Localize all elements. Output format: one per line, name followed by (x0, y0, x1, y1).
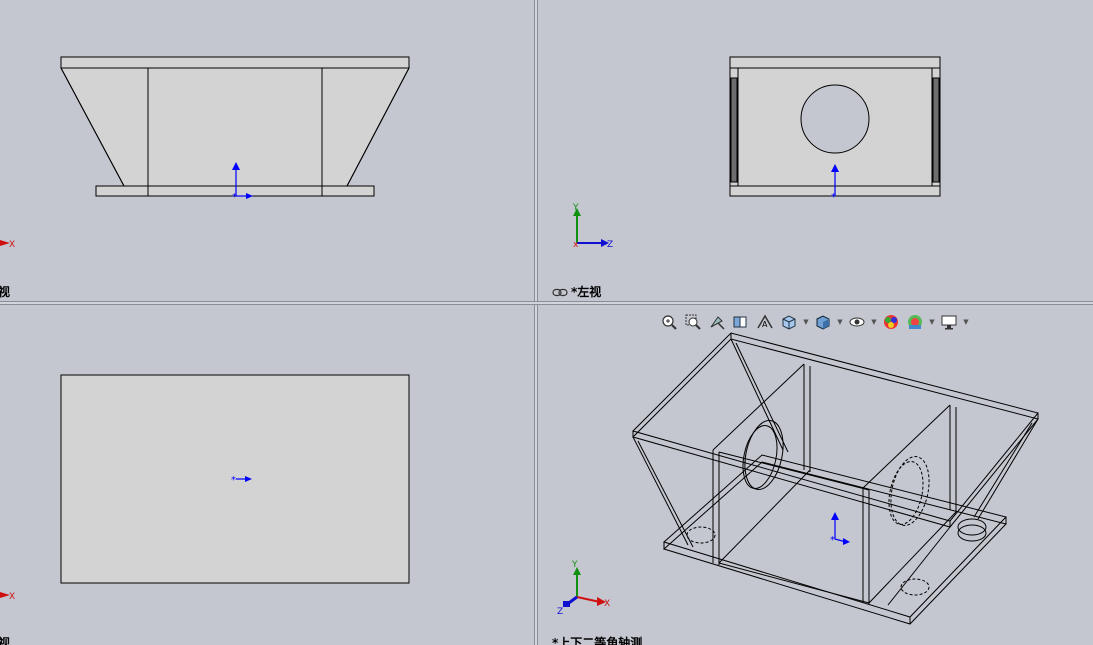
viewport-splitter-horizontal[interactable] (0, 301, 1093, 305)
viewport-splitter-vertical[interactable] (534, 0, 538, 645)
svg-text:x: x (573, 240, 579, 250)
side-plate-right (932, 77, 940, 183)
view-label-isometric: *上下二等角轴测 (552, 636, 643, 645)
top-view-drawing: * X (0, 374, 410, 602)
viewport-isometric[interactable]: A ▼ ▼ ▼ ▼ ▼ * Y X Z *上下二等角轴测 (538, 305, 1093, 645)
viewport-left[interactable]: * Y Z x *左视 (538, 0, 1093, 301)
viewport-top[interactable]: * X 视 (0, 305, 534, 645)
triad-x: X (0, 240, 15, 250)
triad: Y Z x (572, 203, 613, 250)
viewport-front[interactable]: * X 视 (0, 0, 534, 301)
side-plate-left (730, 77, 738, 183)
link-icon (552, 288, 568, 297)
svg-text:Y: Y (571, 560, 578, 570)
left-view-drawing: * Y Z x (572, 56, 941, 250)
top-flange (60, 56, 410, 69)
svg-text:X: X (9, 240, 15, 250)
svg-text:*: * (830, 535, 835, 546)
svg-text:Y: Y (572, 203, 579, 213)
svg-text:*: * (831, 192, 836, 203)
svg-text:X: X (604, 599, 610, 609)
triad-x: X (0, 592, 15, 602)
front-view-drawing: * X (0, 56, 410, 250)
view-label-top: 视 (0, 636, 11, 645)
view-label-left: *左视 (552, 285, 601, 299)
svg-text:X: X (9, 592, 15, 602)
origin-marker: * (830, 512, 850, 546)
svg-text:*: * (231, 475, 236, 486)
view-label-front: 视 (0, 285, 11, 299)
svg-text:Z: Z (557, 607, 563, 617)
svg-text:*: * (232, 192, 237, 203)
view-label-left-text: *左视 (571, 285, 602, 299)
triad: Y X Z (557, 560, 610, 617)
bore-hole (800, 84, 870, 154)
isometric-wireframe: * Y X Z (557, 332, 1039, 625)
svg-text:Z: Z (607, 240, 613, 250)
